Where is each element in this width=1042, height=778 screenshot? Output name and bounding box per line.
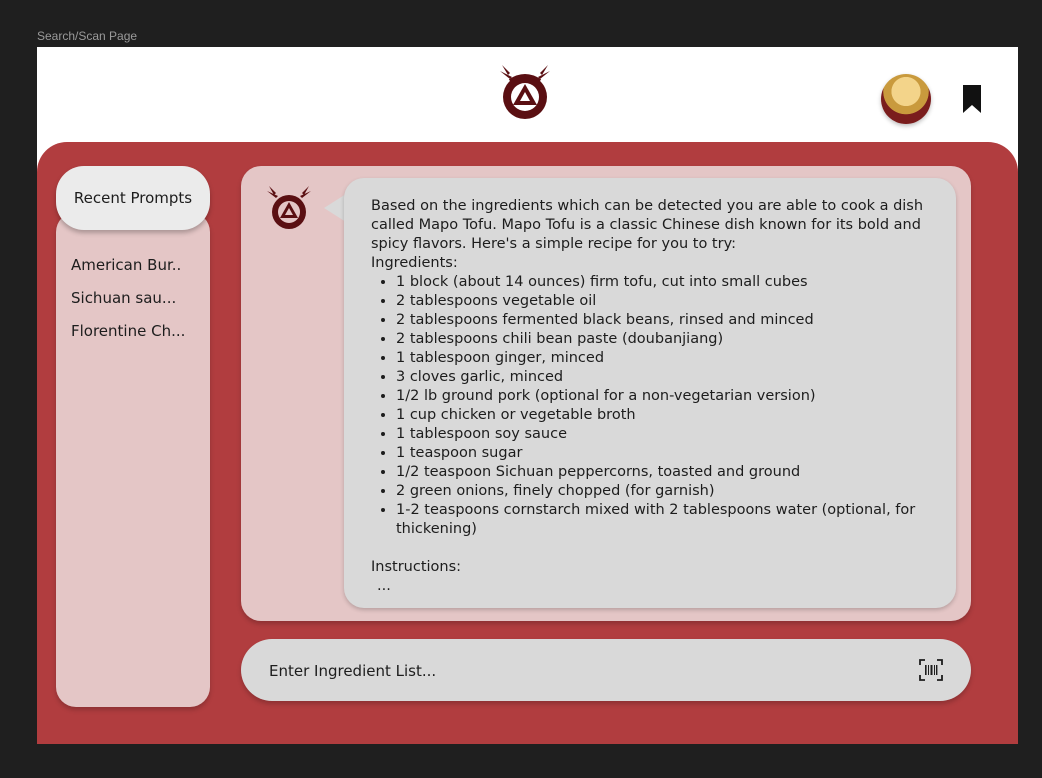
header xyxy=(37,47,1018,147)
ingredient-item: 2 tablespoons fermented black beans, rin… xyxy=(396,311,956,330)
ingredient-item: 2 tablespoons vegetable oil xyxy=(396,292,956,311)
user-avatar[interactable] xyxy=(881,74,931,124)
ingredient-item: 3 cloves garlic, minced xyxy=(396,368,956,387)
ingredient-item: 1 block (about 14 ounces) firm tofu, cut… xyxy=(396,273,956,292)
ingredient-item: 1-2 teaspoons cornstarch mixed with 2 ta… xyxy=(396,501,956,539)
ingredient-item: 1 teaspoon sugar xyxy=(396,444,956,463)
ingredient-item: 1/2 lb ground pork (optional for a non-v… xyxy=(396,387,956,406)
recent-prompts-button[interactable]: Recent Prompts xyxy=(56,166,210,230)
recent-prompt-item[interactable]: Florentine Ch... xyxy=(71,322,185,340)
bookmark-icon[interactable] xyxy=(961,84,983,114)
bot-avatar-icon xyxy=(267,186,311,229)
bot-message-bubble: Based on the ingredients which can be de… xyxy=(344,178,956,608)
recent-prompt-item[interactable]: Sichuan sau... xyxy=(71,289,176,307)
ingredients-heading: Ingredients: xyxy=(371,255,458,271)
message-intro: Based on the ingredients which can be de… xyxy=(371,198,924,252)
ingredients-list: 1 block (about 14 ounces) firm tofu, cut… xyxy=(371,273,956,539)
ingredient-item: 2 tablespoons chili bean paste (doubanji… xyxy=(396,330,956,349)
ingredient-item: 1 tablespoon ginger, minced xyxy=(396,349,956,368)
bubble-tail xyxy=(324,194,346,222)
recent-prompt-item[interactable]: American Bur.. xyxy=(71,256,181,274)
main-area: Recent Prompts American Bur.. Sichuan sa… xyxy=(37,142,1018,744)
sidebar xyxy=(56,212,210,707)
ouroboros-logo-icon[interactable] xyxy=(492,57,558,123)
ingredient-item: 1 tablespoon soy sauce xyxy=(396,425,956,444)
ingredient-item: 1/2 teaspoon Sichuan peppercorns, toaste… xyxy=(396,463,956,482)
instructions-heading: Instructions: xyxy=(371,559,462,575)
ingredient-item: 2 green onions, finely chopped (for garn… xyxy=(396,482,956,501)
frame-label: Search/Scan Page xyxy=(37,29,138,43)
app-frame: Recent Prompts American Bur.. Sichuan sa… xyxy=(37,47,1018,744)
ingredient-input[interactable] xyxy=(267,639,871,703)
instructions-ellipsis: ... xyxy=(377,578,391,594)
barcode-scan-icon[interactable] xyxy=(919,659,943,681)
ingredient-item: 1 cup chicken or vegetable broth xyxy=(396,406,956,425)
ingredient-input-bar xyxy=(241,639,971,703)
chat-panel: Based on the ingredients which can be de… xyxy=(241,166,971,621)
